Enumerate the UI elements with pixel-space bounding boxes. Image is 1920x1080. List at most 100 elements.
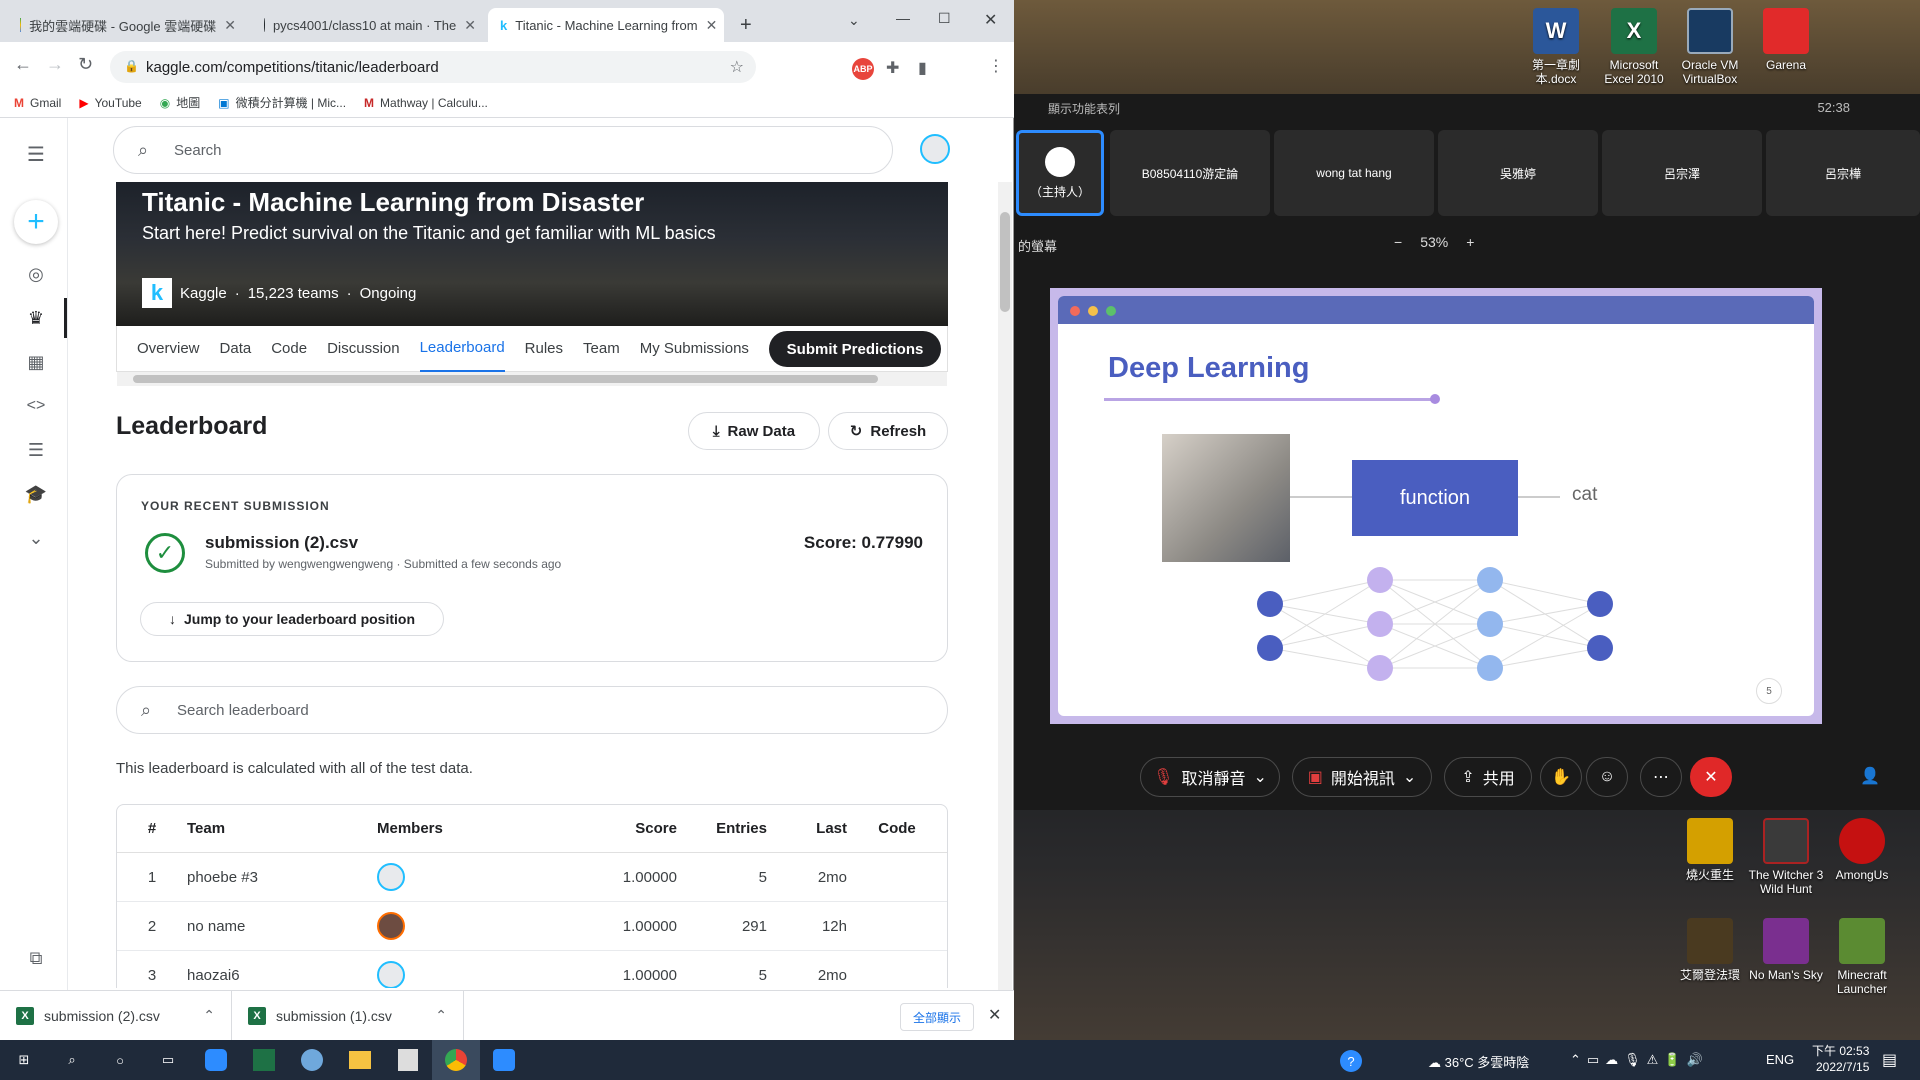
chrome-app-icon[interactable]	[432, 1040, 480, 1080]
app-icon[interactable]	[288, 1040, 336, 1080]
participant-tile[interactable]: B08504110游定論	[1110, 130, 1270, 216]
tab-code[interactable]: Code	[271, 326, 307, 372]
new-tab-button[interactable]: +	[740, 14, 752, 37]
help-icon[interactable]: ?	[1340, 1050, 1362, 1072]
participant-tile[interactable]: 呂宗樺	[1766, 130, 1920, 216]
col-score[interactable]: Score	[567, 805, 677, 853]
close-tab-icon[interactable]: ✕	[706, 17, 718, 34]
desktop-icon-excel[interactable]: X Microsoft Excel 2010	[1596, 8, 1672, 86]
table-icon[interactable]: ▦	[20, 346, 52, 378]
more-button[interactable]: ⋯	[1640, 757, 1682, 797]
extensions-icon[interactable]: ✚	[886, 58, 899, 78]
start-video-button[interactable]: ▣ 開始視訊 ⌄	[1292, 757, 1432, 797]
raw-data-button[interactable]: ⤓ Raw Data	[688, 412, 820, 450]
minimize-button[interactable]: —	[896, 10, 910, 26]
side-panel-icon[interactable]: ▮	[918, 58, 927, 78]
desktop-icon-word-doc[interactable]: W 第一章劇本.docx	[1518, 8, 1594, 86]
tab-overview[interactable]: Overview	[137, 326, 200, 372]
col-last[interactable]: Last	[767, 805, 847, 853]
tab-google-drive[interactable]: 我的雲端硬碟 - Google 雲端硬碟 ✕	[8, 8, 248, 42]
menu-icon[interactable]: ⋮	[988, 56, 1004, 76]
avatar[interactable]	[377, 863, 405, 891]
tab-discussion[interactable]: Discussion	[327, 326, 400, 372]
col-rank[interactable]: #	[117, 805, 187, 853]
desktop-icon-game-1[interactable]: 燒火重生	[1672, 818, 1748, 882]
close-tab-icon[interactable]: ✕	[464, 17, 476, 34]
chevron-down-icon[interactable]: ⌄	[1403, 767, 1416, 787]
team-cell[interactable]: phoebe #3	[187, 853, 377, 902]
col-team[interactable]: Team	[187, 805, 377, 853]
share-button[interactable]: ⇪ 共用	[1444, 757, 1532, 797]
bookmark-calculator[interactable]: ▣ 微積分計算機 | Mic...	[218, 94, 346, 111]
maximize-button[interactable]: ☐	[938, 10, 951, 27]
desktop-icon-amongus[interactable]: AmongUs	[1824, 818, 1900, 882]
chevron-up-icon[interactable]: ⌃	[435, 1007, 447, 1024]
zoom-app-icon[interactable]	[192, 1040, 240, 1080]
adblock-icon[interactable]: ABP	[852, 58, 874, 80]
submit-predictions-button[interactable]: Submit Predictions	[769, 331, 941, 367]
show-all-downloads-button[interactable]: 全部顯示	[900, 1003, 975, 1031]
excel-app-icon[interactable]	[240, 1040, 288, 1080]
zoom-meeting-icon[interactable]	[480, 1040, 528, 1080]
tab-data[interactable]: Data	[220, 326, 252, 372]
notepad-icon[interactable]	[384, 1040, 432, 1080]
avatar[interactable]	[377, 912, 405, 940]
refresh-button[interactable]: ↻ Refresh	[828, 412, 948, 450]
create-button[interactable]: +	[14, 200, 58, 244]
desktop-icon-minecraft[interactable]: Minecraft Launcher	[1824, 918, 1900, 996]
avatar[interactable]	[377, 961, 405, 989]
chevron-down-icon[interactable]: ⌄	[20, 522, 52, 554]
scrollbar-thumb[interactable]	[1000, 212, 1010, 312]
clock[interactable]: 下午 02:53 2022/7/15	[1812, 1043, 1869, 1075]
col-entries[interactable]: Entries	[677, 805, 767, 853]
tab-github[interactable]: pycs4001/class10 at main · The ✕	[252, 8, 488, 42]
page-vertical-scrollbar[interactable]	[998, 182, 1012, 990]
desktop-icon-witcher[interactable]: The Witcher 3 Wild Hunt	[1748, 818, 1824, 896]
compass-icon[interactable]: ◎	[20, 258, 52, 290]
participant-tile[interactable]: wong tat hang	[1274, 130, 1434, 216]
scrollbar-thumb[interactable]	[133, 375, 878, 383]
file-explorer-icon[interactable]	[336, 1040, 384, 1080]
raise-hand-button[interactable]: ✋	[1540, 757, 1582, 797]
download-item[interactable]: X submission (1).csv ⌃	[232, 990, 464, 1041]
close-tab-icon[interactable]: ✕	[224, 17, 236, 34]
unmute-button[interactable]: 🎙 取消靜音 ⌄	[1140, 757, 1280, 797]
desktop-icon-eldenring[interactable]: 艾爾登法環	[1672, 918, 1748, 982]
desktop-icon-garena[interactable]: Garena	[1748, 8, 1824, 72]
notifications-icon[interactable]: ▤	[1882, 1050, 1897, 1070]
copy-icon[interactable]: ⧉	[20, 942, 52, 974]
code-icon[interactable]: <>	[20, 390, 52, 422]
participant-tile[interactable]: 吳雅婷	[1438, 130, 1598, 216]
zoom-out-button[interactable]: −	[1394, 234, 1402, 250]
input-language[interactable]: ENG	[1766, 1052, 1794, 1067]
reactions-button[interactable]: ☺	[1586, 757, 1628, 797]
task-view-icon[interactable]: ▭	[144, 1040, 192, 1080]
forward-button[interactable]: →	[46, 54, 64, 75]
windows-start-icon[interactable]: ⊞	[0, 1040, 48, 1080]
bookmark-youtube[interactable]: ▶ YouTube	[79, 96, 141, 110]
trophy-icon[interactable]: ♛	[20, 302, 52, 334]
close-download-bar-icon[interactable]: ✕	[988, 1005, 1001, 1025]
close-window-button[interactable]: ✕	[984, 10, 997, 30]
cortana-icon[interactable]: ○	[96, 1040, 144, 1080]
tab-search-icon[interactable]: ⌄	[848, 12, 860, 29]
discussion-icon[interactable]: ☰	[20, 434, 52, 466]
zoom-in-button[interactable]: +	[1466, 234, 1474, 250]
table-row[interactable]: 1 phoebe #3 1.00000 5 2mo	[117, 853, 947, 902]
desktop-icon-nomanssky[interactable]: No Man's Sky	[1748, 918, 1824, 982]
chevron-down-icon[interactable]: ⌄	[1253, 767, 1266, 787]
system-tray-icons[interactable]: ⌃▭☁🎙⚠🔋🔊	[1570, 1052, 1709, 1068]
kaggle-search-input[interactable]: ⌕ Search	[113, 126, 893, 174]
leave-button[interactable]: ✕	[1690, 757, 1732, 797]
participant-tile[interactable]: 呂宗澤	[1602, 130, 1762, 216]
bookmark-star-icon[interactable]: ☆	[730, 57, 744, 77]
bookmark-maps[interactable]: ◉ 地圖	[160, 94, 201, 111]
user-avatar[interactable]	[920, 134, 950, 164]
tab-my-submissions[interactable]: My Submissions	[640, 326, 749, 372]
tabs-horizontal-scrollbar[interactable]	[117, 372, 947, 386]
participant-tile-host[interactable]: （主持人）	[1016, 130, 1104, 216]
bookmark-mathway[interactable]: M Mathway | Calculu...	[364, 96, 488, 110]
desktop-icon-virtualbox[interactable]: Oracle VM VirtualBox	[1672, 8, 1748, 86]
tab-kaggle[interactable]: k Titanic - Machine Learning from ✕	[488, 8, 724, 42]
reload-button[interactable]: ↻	[78, 54, 93, 75]
